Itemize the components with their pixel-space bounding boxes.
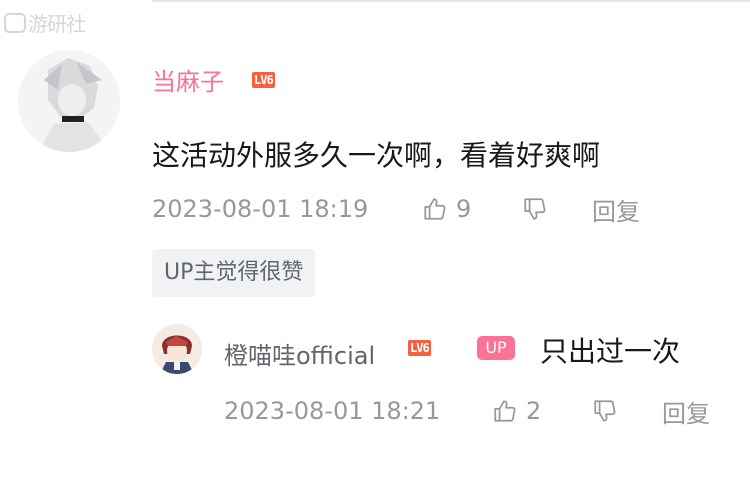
reply-reply-button[interactable]: 回复 — [662, 394, 710, 429]
avatar-image — [18, 50, 120, 152]
comment-meta: 2023-08-01 18:19 9 回复 — [152, 195, 640, 226]
comment-time: 2023-08-01 18:19 — [152, 195, 369, 223]
reply-avatar-image — [152, 324, 202, 374]
reply-meta: 2023-08-01 18:21 2 回复 — [224, 397, 710, 428]
reply-dislike-button[interactable] — [592, 398, 662, 424]
thumbs-up-icon — [494, 400, 516, 422]
reply-time: 2023-08-01 18:21 — [224, 397, 441, 425]
username[interactable]: 当麻子 — [152, 62, 224, 97]
reply-username[interactable]: 橙喵哇official — [224, 336, 375, 371]
up-liked-tag: UP主觉得很赞 — [152, 249, 316, 297]
reply-button[interactable]: 回复 — [592, 192, 640, 227]
watermark-text: 游研社 — [28, 12, 86, 36]
avatar[interactable] — [18, 50, 120, 152]
thumbs-up-icon — [424, 198, 446, 220]
divider — [152, 0, 750, 2]
like-button[interactable]: 9 — [422, 195, 522, 223]
comment-text: 这活动外服多久一次啊，看着好爽啊 — [152, 139, 601, 172]
reply-text: 只出过一次 — [540, 335, 681, 368]
watermark: 游研社 — [4, 8, 86, 37]
reply-level-badge: LV6 — [408, 340, 431, 356]
like-count: 9 — [456, 195, 472, 223]
reply-avatar[interactable] — [152, 324, 202, 374]
reply-like-button[interactable]: 2 — [492, 397, 592, 425]
thumbs-down-icon — [594, 400, 616, 422]
level-badge: LV6 — [252, 72, 275, 88]
watermark-logo-icon — [4, 12, 26, 33]
thumbs-down-icon — [524, 198, 546, 220]
up-badge: UP — [477, 336, 515, 360]
dislike-button[interactable] — [522, 196, 592, 222]
reply-like-count: 2 — [526, 397, 542, 425]
